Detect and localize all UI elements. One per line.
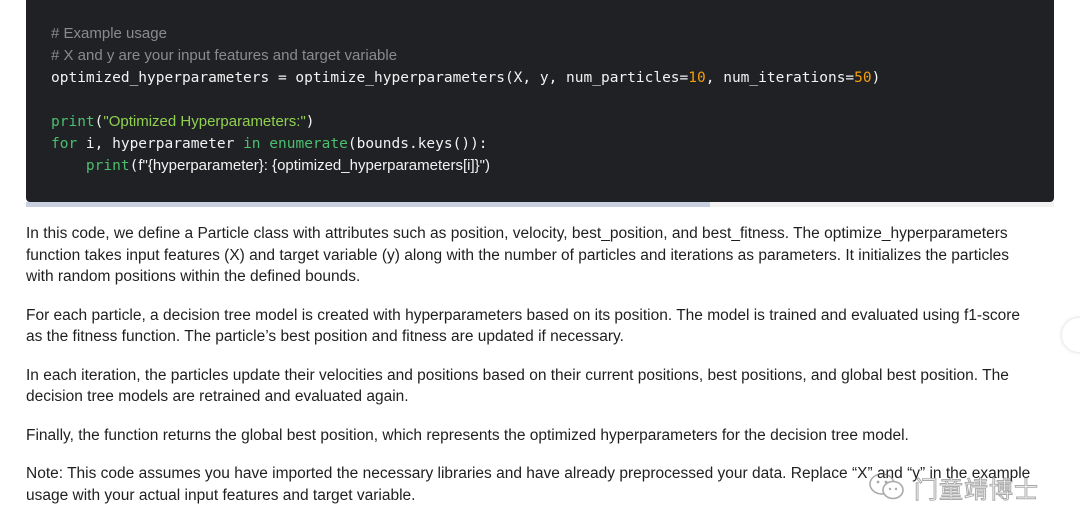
code-text: , num_iterations= [705, 70, 855, 86]
code-line-5: print("Optimized Hyperparameters:") [51, 111, 1054, 133]
wechat-icon [868, 472, 906, 502]
code-line-6: for i, hyperparameter in enumerate(bound… [51, 133, 1054, 155]
watermark-text: 门童靖博士 [914, 475, 1039, 504]
paragraph-2: For each particle, a decision tree model… [26, 306, 1020, 346]
code-text: (bounds.keys()): [347, 136, 488, 152]
code-line-1: # Example usage [51, 23, 1054, 45]
code-keyword: in [243, 136, 261, 152]
code-block: # Example usage # X and y are your input… [26, 0, 1054, 202]
code-fstring-prefix: f" [138, 157, 148, 174]
code-text: ( [129, 158, 139, 174]
code-text: optimized_hyperparameters = optimize_hyp… [51, 70, 689, 86]
paragraph-1: In this code, we define a Particle class… [26, 225, 1010, 285]
code-function: print [85, 158, 130, 174]
code-line-2: # X and y are your input features and ta… [51, 45, 1054, 67]
code-text: i, hyperparameter [77, 136, 244, 152]
paragraph-3: In each iteration, the particles update … [26, 366, 1009, 406]
page: # Example usage # X and y are your input… [0, 0, 1080, 532]
code-text: ) [871, 70, 881, 86]
code-scrollbar-thumb[interactable] [26, 202, 710, 207]
code-text: ) [305, 114, 315, 130]
code-function: enumerate [269, 136, 348, 152]
code-comment: # X and y are your input features and ta… [51, 47, 398, 64]
code-comment: # Example usage [51, 25, 167, 42]
code-number: 10 [688, 70, 706, 86]
paragraph-4: Finally, the function returns the global… [26, 426, 909, 444]
code-line-3: optimized_hyperparameters = optimize_hyp… [51, 67, 1054, 89]
code-function: print [51, 114, 95, 130]
code-fstring-body: {hyperparameter}: {optimized_hyperparame… [147, 157, 480, 174]
code-keyword: for [51, 136, 78, 152]
side-scroll-handle[interactable] [1062, 318, 1080, 352]
code-number: 50 [854, 70, 872, 86]
code-fstring-end: ") [479, 157, 490, 174]
watermark: 门童靖博士 [868, 470, 1039, 504]
code-line-7: print(f"{hyperparameter}: {optimized_hyp… [51, 155, 1054, 177]
code-string: "Optimized Hyperparameters:" [103, 113, 306, 130]
